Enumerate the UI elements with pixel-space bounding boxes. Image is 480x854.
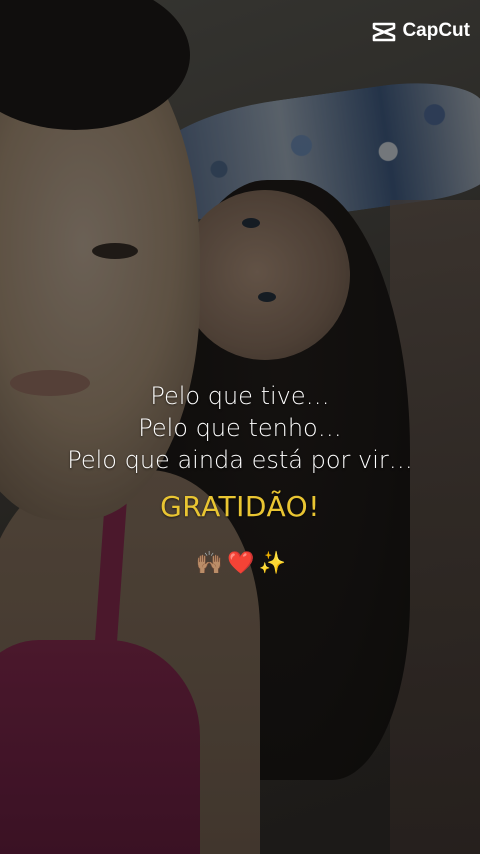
red-heart-icon: ❤️ bbox=[227, 549, 255, 575]
raised-hands-icon: 🙌🏽 bbox=[195, 549, 223, 575]
watermark-brand: CapCut bbox=[402, 20, 470, 41]
emoji-row: 🙌🏽 ❤️ ✨ bbox=[0, 548, 480, 576]
gratidao-heading: GRATIDÃO! bbox=[160, 490, 320, 523]
caption-line-1: Pelo que tive… bbox=[150, 382, 330, 410]
caption-line-3: Pelo que ainda está por vir… bbox=[67, 446, 413, 474]
capcut-logo-icon bbox=[373, 22, 396, 42]
caption-line-2: Pelo que tenho… bbox=[138, 414, 342, 442]
video-frame: CapCut Pelo que tive… Pelo que tenho… Pe… bbox=[0, 0, 480, 854]
sparkles-icon: ✨ bbox=[258, 549, 286, 575]
capcut-watermark: CapCut bbox=[372, 20, 470, 42]
